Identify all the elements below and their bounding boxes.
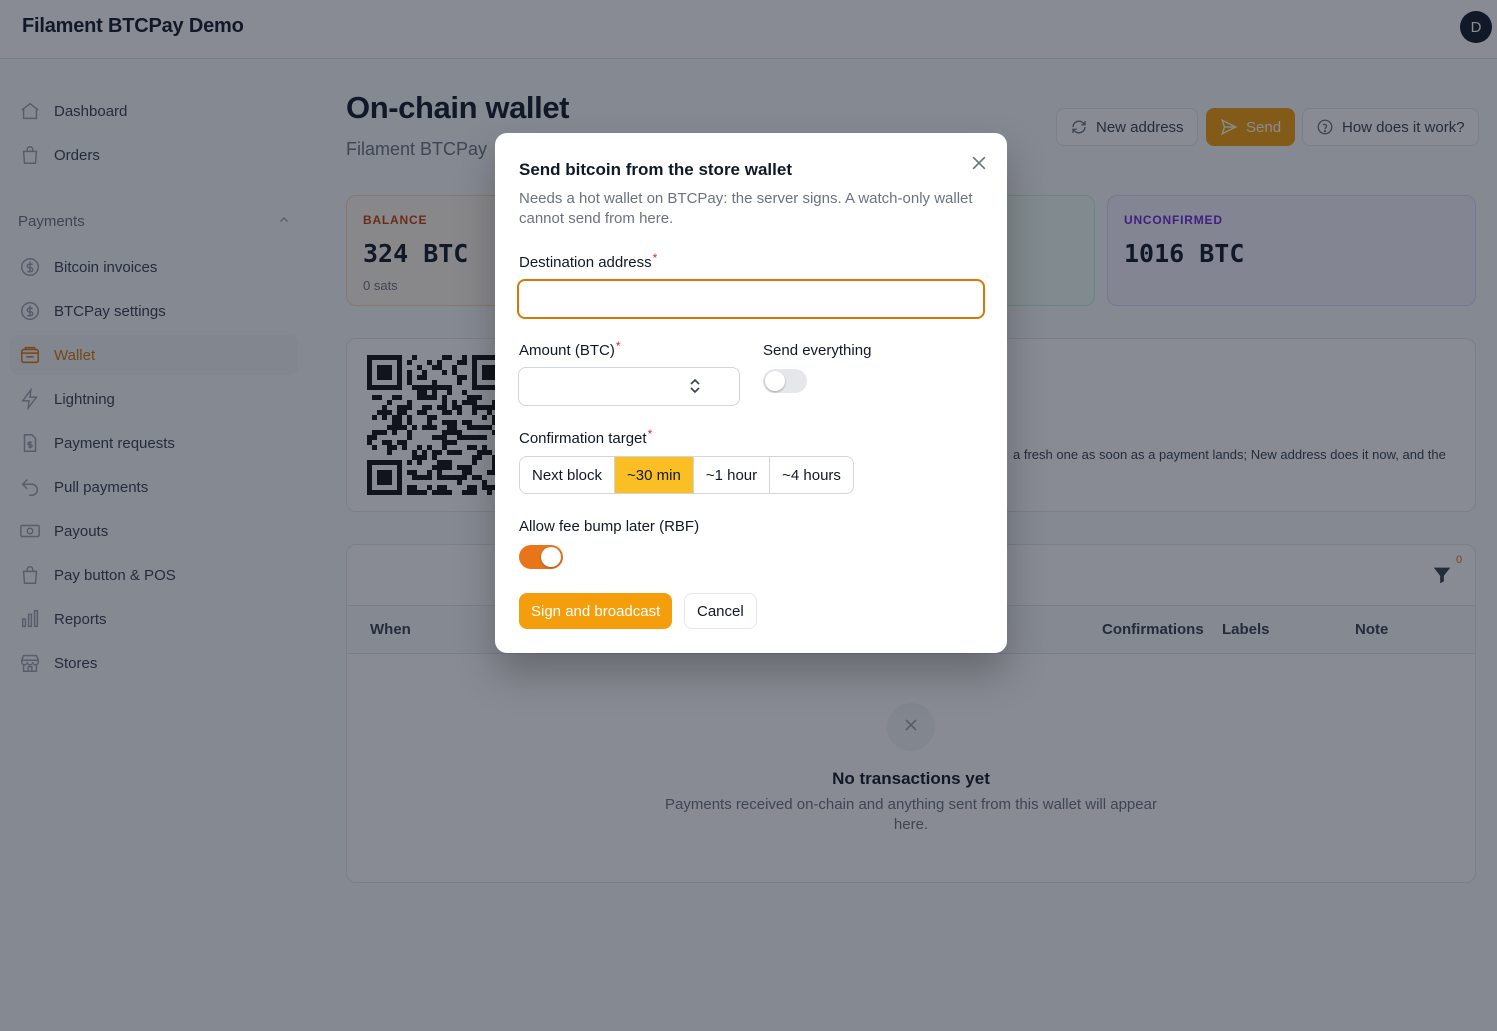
destination-address-input[interactable] <box>517 279 985 319</box>
confirmation-target-label-text: Confirmation target <box>519 430 647 447</box>
rbf-toggle[interactable] <box>519 545 563 569</box>
send-everything-label: Send everything <box>763 342 872 359</box>
confirmation-target-label: Confirmation target* <box>519 427 653 447</box>
required-mark: * <box>615 339 621 353</box>
confirmation-option-next-block[interactable]: Next block <box>520 457 616 493</box>
toggle-knob <box>765 371 785 391</box>
modal-description: Needs a hot wallet on BTCPay: the server… <box>519 190 973 227</box>
send-everything-toggle[interactable] <box>763 369 807 393</box>
cancel-button[interactable]: Cancel <box>684 593 757 629</box>
sign-and-broadcast-button[interactable]: Sign and broadcast <box>519 593 673 629</box>
close-icon[interactable] <box>968 152 990 174</box>
required-mark: * <box>647 427 653 441</box>
destination-address-label-text: Destination address <box>519 254 652 271</box>
toggle-knob <box>541 547 561 567</box>
send-bitcoin-modal: Send bitcoin from the store wallet Needs… <box>495 133 1007 653</box>
amount-label-text: Amount (BTC) <box>519 342 615 359</box>
rbf-label: Allow fee bump later (RBF) <box>519 518 700 535</box>
confirmation-option-4-hours[interactable]: ~4 hours <box>770 457 853 493</box>
amount-label: Amount (BTC)* <box>519 339 621 359</box>
stepper-chevrons-icon[interactable] <box>688 376 702 396</box>
confirmation-option-30-min[interactable]: ~30 min <box>615 457 694 493</box>
modal-title: Send bitcoin from the store wallet <box>519 160 792 179</box>
confirmation-option-1-hour[interactable]: ~1 hour <box>693 457 771 493</box>
destination-address-label: Destination address* <box>519 251 658 271</box>
amount-input[interactable] <box>518 367 740 406</box>
required-mark: * <box>652 251 658 265</box>
confirmation-target-selector: Next block ~30 min ~1 hour ~4 hours <box>519 456 854 494</box>
